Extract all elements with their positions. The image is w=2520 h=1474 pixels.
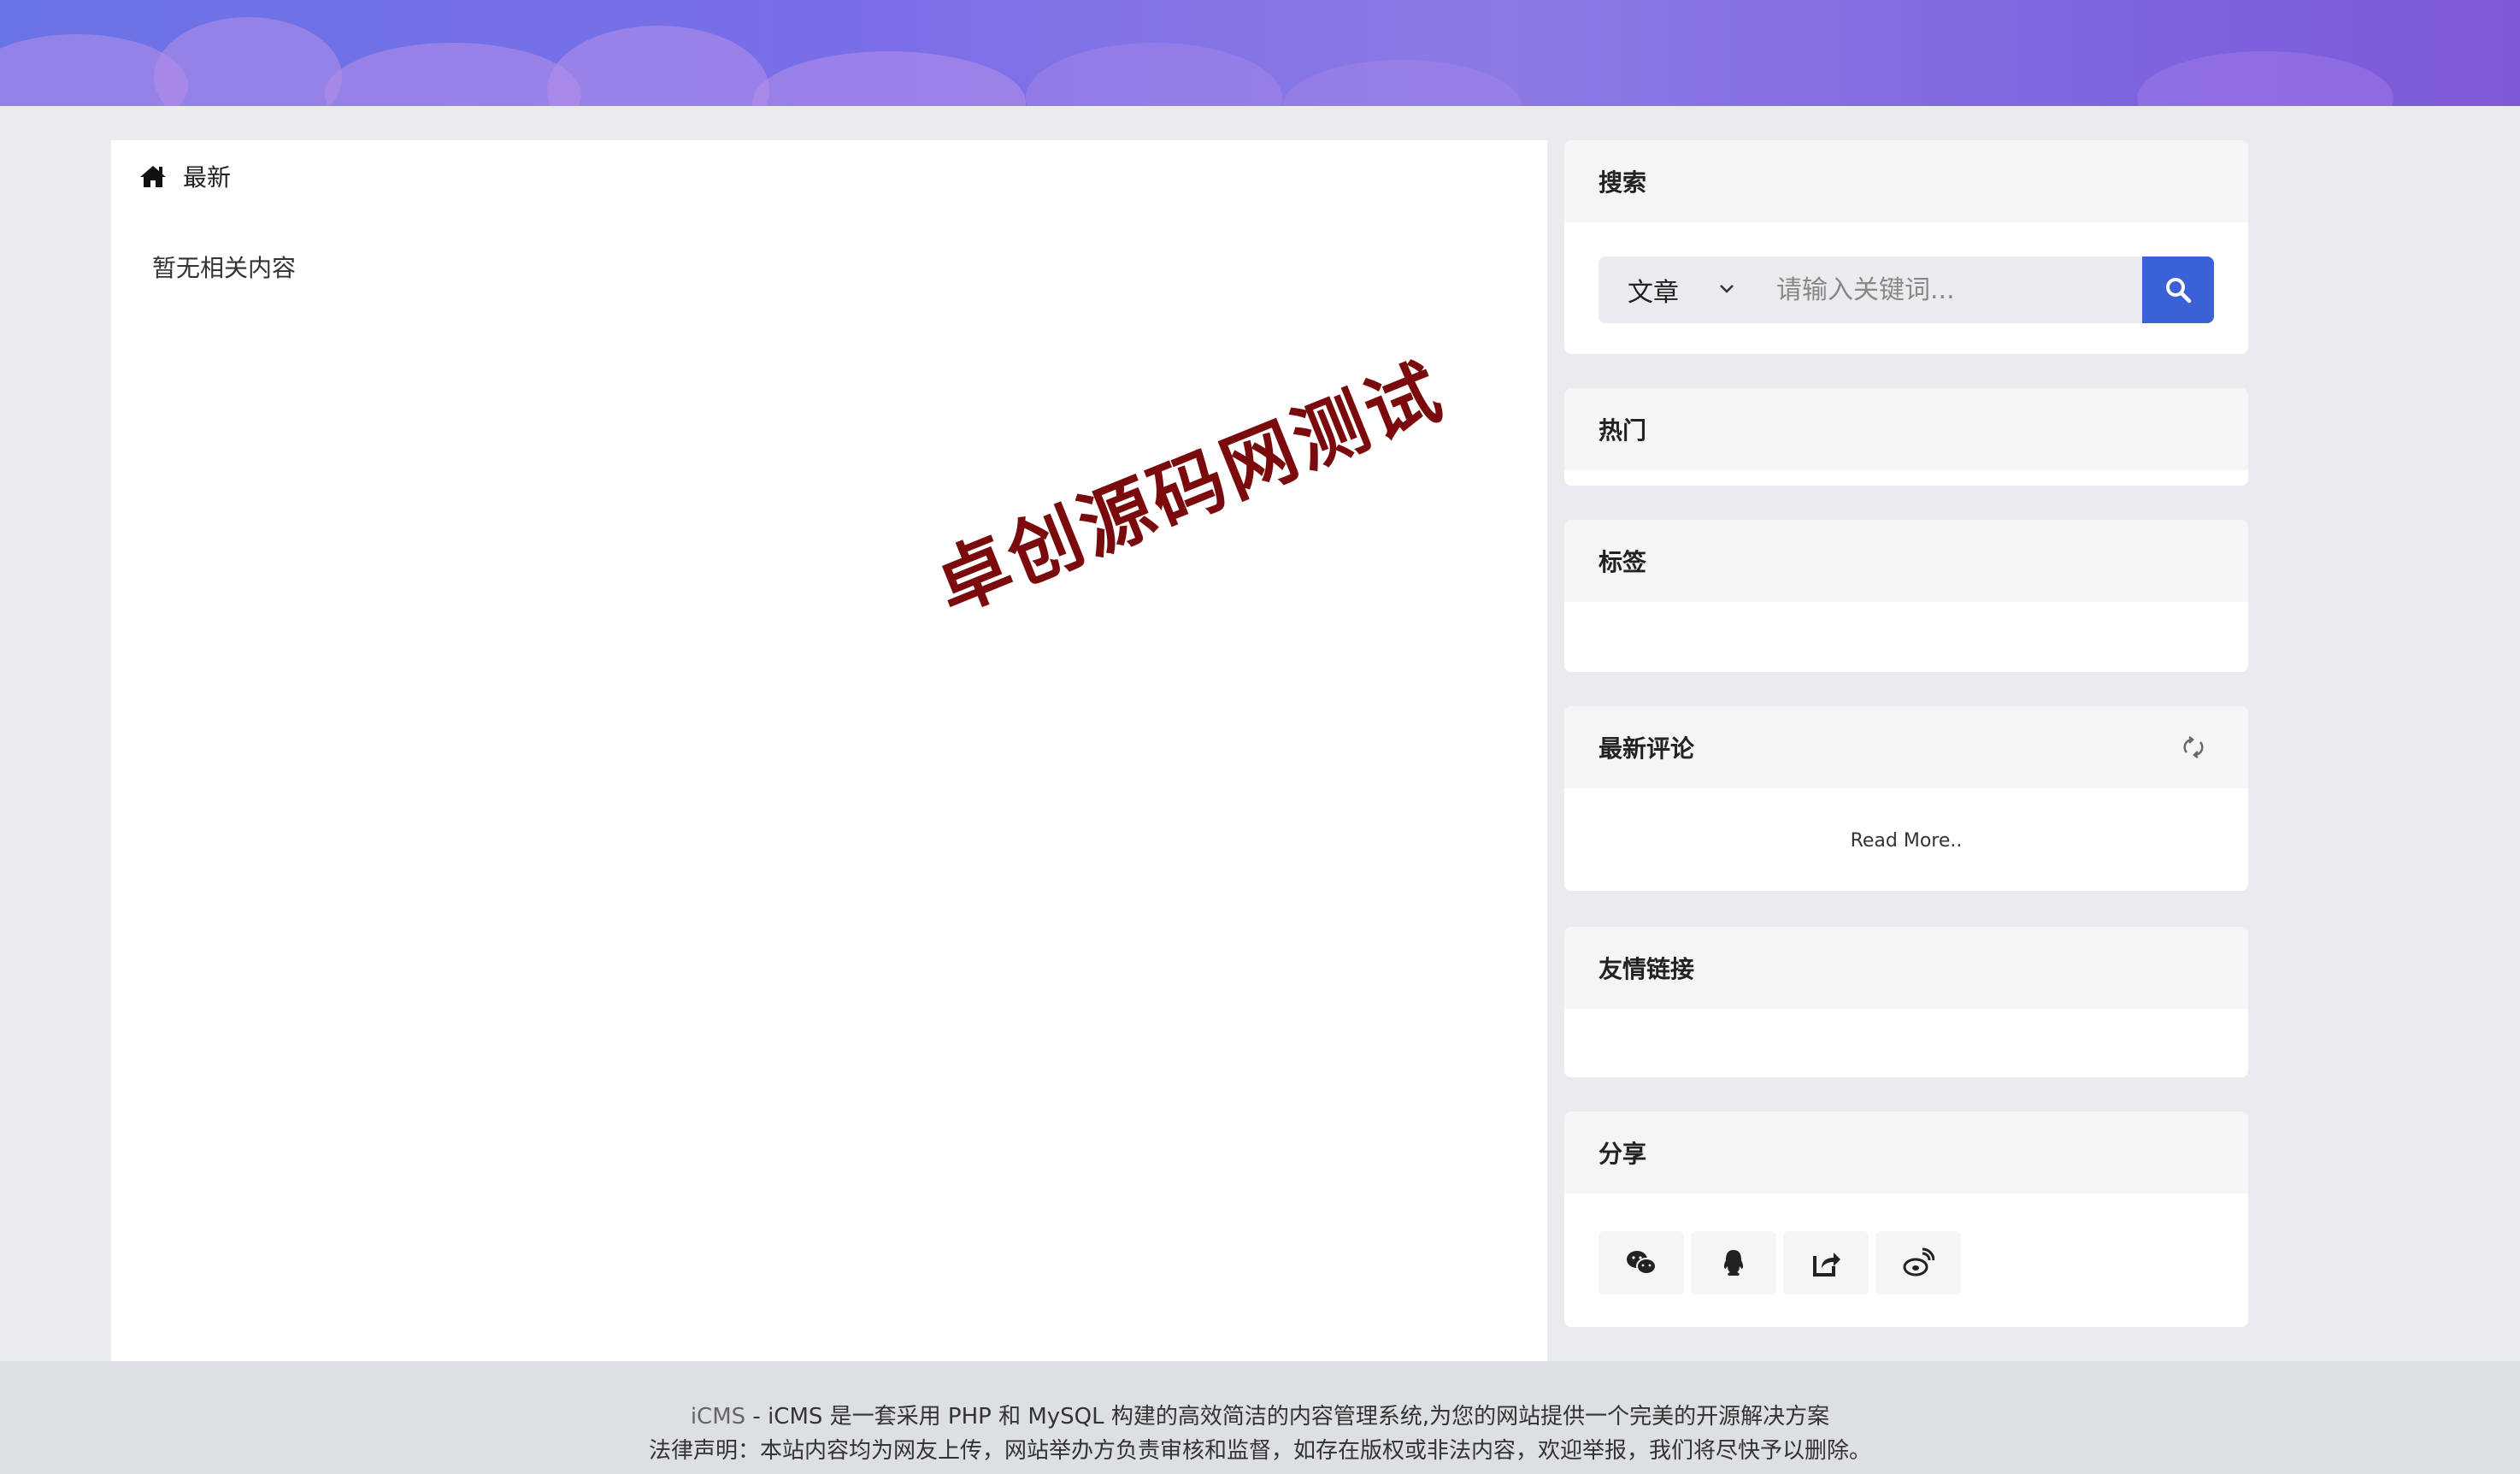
chevron-down-icon (1720, 285, 1734, 293)
widget-title-search: 搜索 (1564, 140, 2248, 222)
share-weibo-button[interactable] (1875, 1231, 1961, 1294)
footer-tagline: - iCMS 是一套采用 PHP 和 MySQL 构建的高效简洁的内容管理系统,… (745, 1404, 1830, 1430)
widget-title-tags: 标签 (1564, 520, 2248, 602)
hot-widget: 热门 (1564, 388, 2248, 486)
qq-icon (1723, 1250, 1744, 1276)
share-qq-button[interactable] (1691, 1231, 1776, 1294)
footer-brand-link[interactable]: iCMS (691, 1404, 745, 1430)
share-icon (1813, 1253, 1840, 1276)
search-button[interactable] (2142, 256, 2214, 323)
footer-tagline-line: iCMS - iCMS 是一套采用 PHP 和 MySQL 构建的高效简洁的内容… (0, 1399, 2520, 1430)
links-widget: 友情链接 (1564, 927, 2248, 1077)
search-input[interactable] (1758, 256, 2142, 323)
main-content: 最新 暂无相关内容 (111, 140, 1547, 1361)
share-buttons (1599, 1231, 1961, 1294)
search-form: 文章 (1599, 256, 2214, 323)
widget-title-comments: 最新评论 (1564, 706, 2248, 788)
header-banner (0, 0, 2520, 106)
read-more-link[interactable]: Read More.. (1564, 830, 2248, 852)
search-widget: 搜索 文章 (1564, 140, 2248, 354)
breadcrumb-label: 最新 (183, 163, 232, 192)
search-icon (2166, 278, 2192, 304)
wechat-icon (1627, 1251, 1657, 1275)
empty-message: 暂无相关内容 (152, 254, 297, 282)
widget-title-hot: 热门 (1564, 388, 2248, 470)
share-link-button[interactable] (1783, 1231, 1869, 1294)
widget-title-share: 分享 (1564, 1111, 2248, 1194)
weibo-icon (1903, 1247, 1934, 1276)
breadcrumb[interactable]: 最新 (138, 159, 231, 193)
widget-title-links: 友情链接 (1564, 927, 2248, 1009)
search-type-value: 文章 (1628, 278, 1679, 308)
tags-widget: 标签 (1564, 520, 2248, 672)
comments-widget: 最新评论 Read More.. (1564, 706, 2248, 891)
share-wechat-button[interactable] (1599, 1231, 1684, 1294)
comments-title: 最新评论 (1599, 734, 1695, 763)
footer: iCMS - iCMS 是一套采用 PHP 和 MySQL 构建的高效简洁的内容… (0, 1361, 2520, 1474)
search-type-select[interactable]: 文章 (1599, 256, 1758, 323)
home-icon (140, 166, 166, 187)
footer-legal: 法律声明：本站内容均为网友上传，网站举办方负责审核和监督，如存在版权或非法内容，… (648, 1438, 1871, 1464)
share-widget: 分享 (1564, 1111, 2248, 1327)
refresh-icon[interactable] (2180, 734, 2207, 761)
